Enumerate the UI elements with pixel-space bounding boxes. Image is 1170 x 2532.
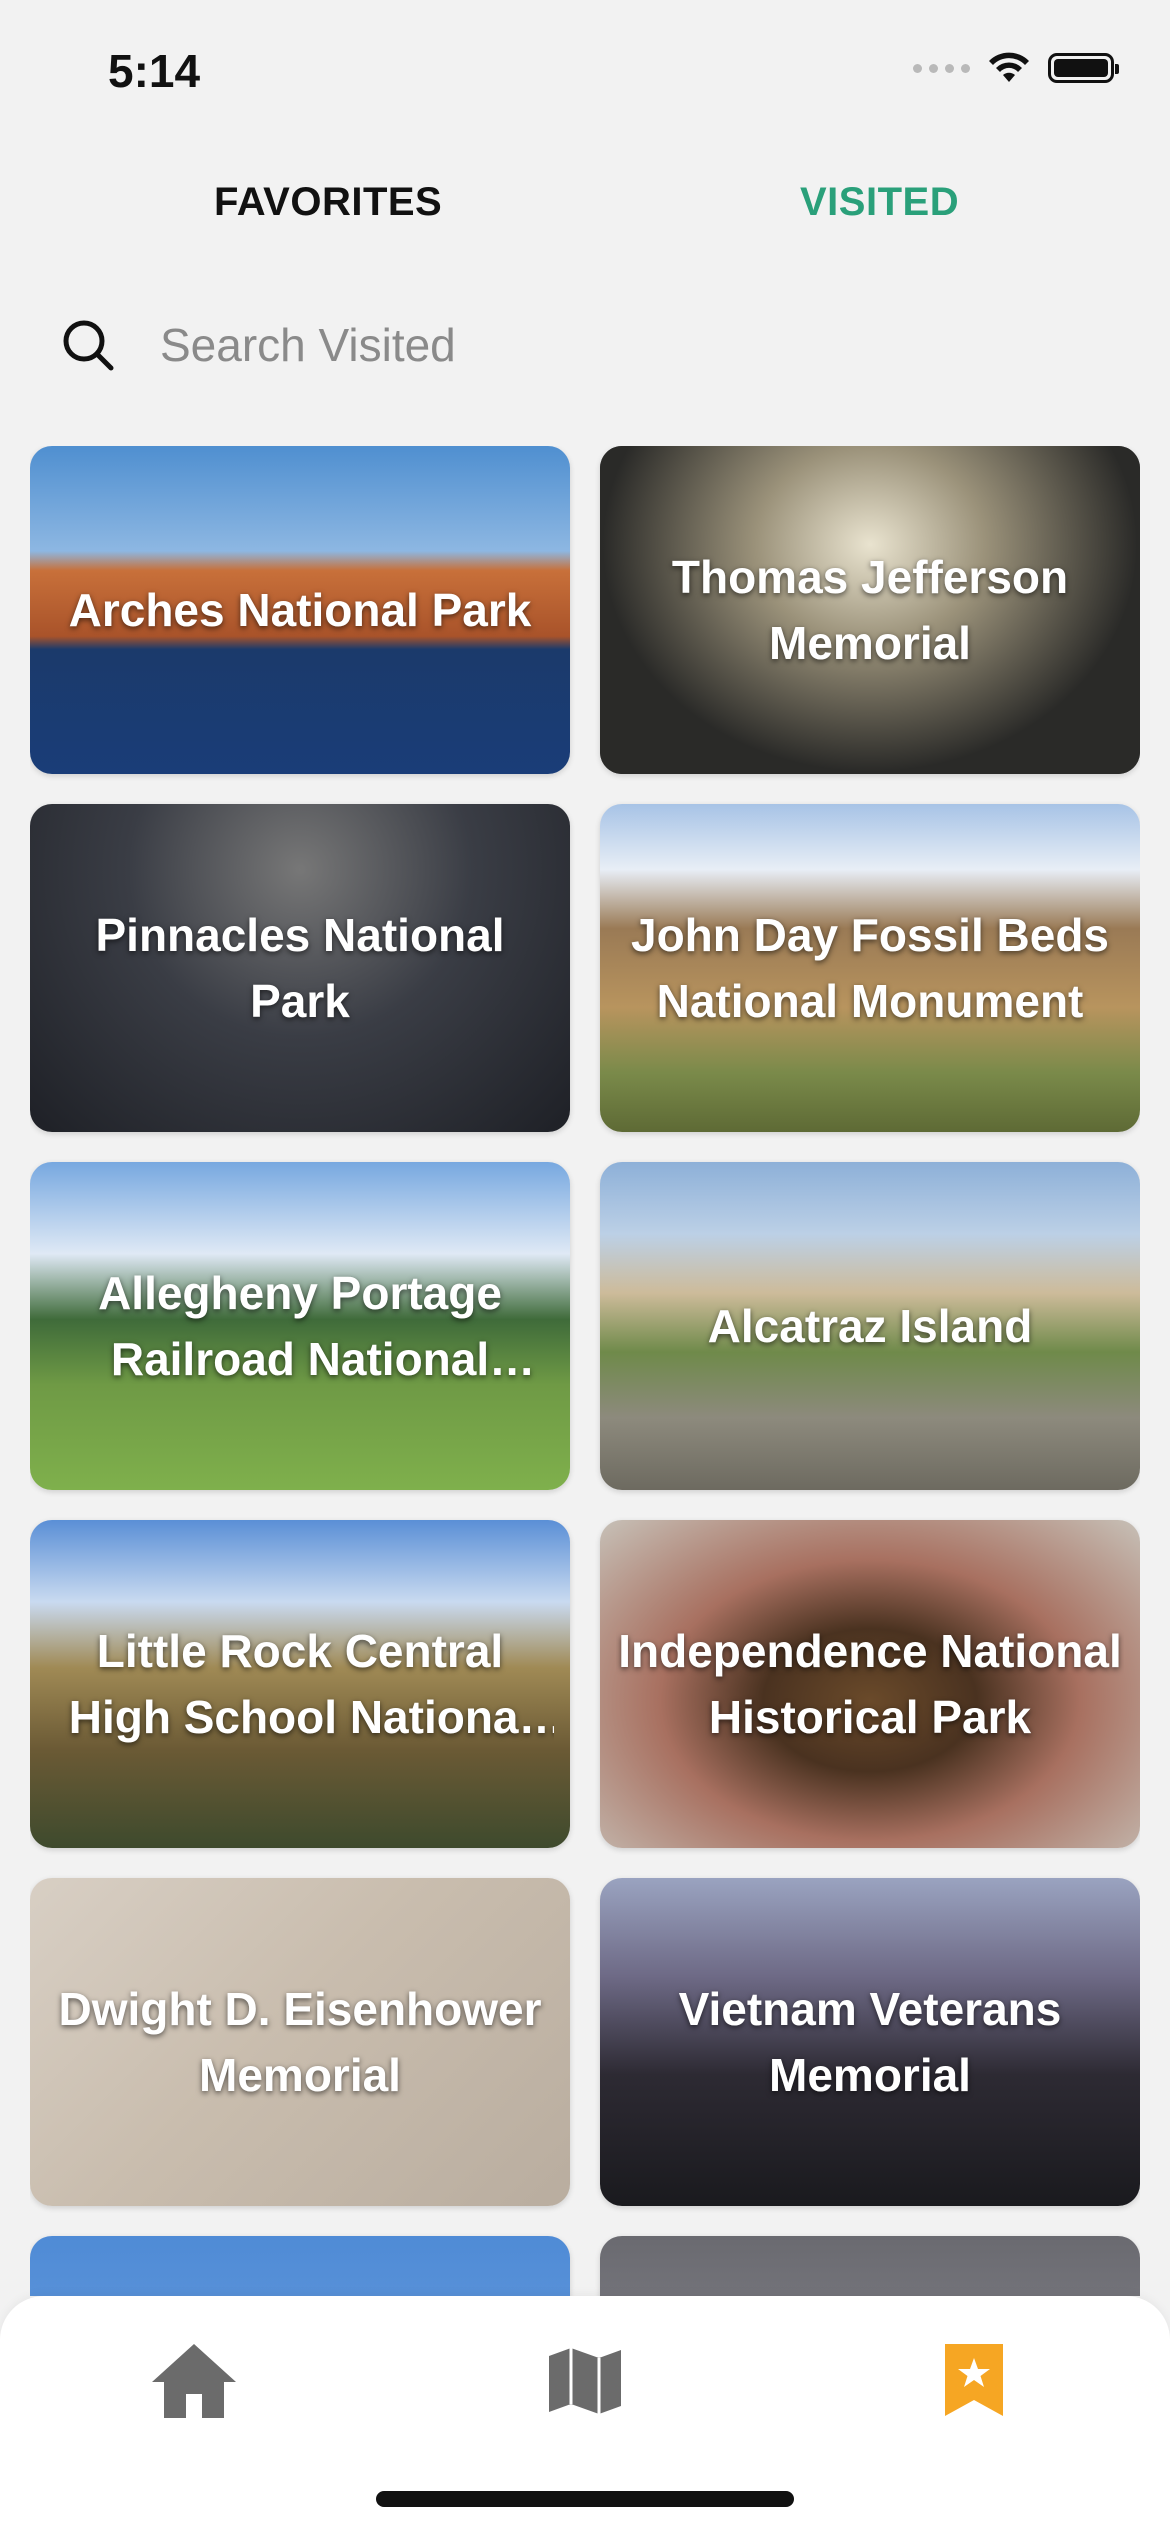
place-card[interactable]: Little Rock Central High School National… bbox=[30, 1520, 570, 1848]
status-bar: 5:14 bbox=[0, 0, 1170, 140]
home-indicator bbox=[376, 2491, 794, 2507]
search-icon bbox=[60, 310, 130, 380]
signal-icon bbox=[913, 63, 970, 73]
map-icon bbox=[549, 2348, 621, 2414]
place-card[interactable] bbox=[30, 2236, 570, 2296]
visited-grid: Arches National Park Thomas Jefferson Me… bbox=[30, 446, 1140, 2296]
place-card[interactable]: Pinnacles National Park bbox=[30, 804, 570, 1132]
place-name: Pinnacles National Park bbox=[95, 909, 505, 1027]
segment-tabs: FAVORITES VISITED bbox=[0, 170, 1170, 240]
place-name: Independence National Historical Park bbox=[618, 1625, 1122, 1743]
place-image bbox=[600, 2236, 1140, 2296]
place-card[interactable] bbox=[600, 2236, 1140, 2296]
place-name: Alcatraz Island bbox=[707, 1300, 1033, 1352]
place-name: Vietnam Veterans Memorial bbox=[678, 1983, 1062, 2101]
place-name: Allegheny Portage Railroad National Hist… bbox=[98, 1267, 502, 1385]
nav-map[interactable] bbox=[525, 2330, 645, 2430]
place-card[interactable]: Dwight D. Eisenhower Memorial bbox=[30, 1878, 570, 2206]
place-card[interactable]: Arches National Park bbox=[30, 446, 570, 774]
place-name: Arches National Park bbox=[68, 584, 532, 636]
place-name: Dwight D. Eisenhower Memorial bbox=[58, 1983, 542, 2101]
status-icons bbox=[913, 52, 1119, 84]
place-card[interactable]: John Day Fossil Beds National Monument bbox=[600, 804, 1140, 1132]
place-name: Little Rock Central High School National… bbox=[68, 1625, 532, 1743]
place-name: John Day Fossil Beds National Monument bbox=[630, 909, 1109, 1027]
nav-visited[interactable] bbox=[914, 2330, 1034, 2430]
place-image bbox=[30, 2236, 570, 2296]
bookmark-star-icon bbox=[945, 2344, 1003, 2416]
status-time: 5:14 bbox=[108, 45, 201, 97]
place-card[interactable]: Alcatraz Island bbox=[600, 1162, 1140, 1490]
wifi-icon bbox=[989, 52, 1029, 82]
home-icon bbox=[152, 2344, 236, 2418]
search-input[interactable] bbox=[158, 317, 1062, 373]
tab-visited[interactable]: VISITED bbox=[800, 180, 959, 225]
place-card[interactable]: Independence National Historical Park bbox=[600, 1520, 1140, 1848]
place-card[interactable]: Allegheny Portage Railroad National Hist… bbox=[30, 1162, 570, 1490]
nav-home[interactable] bbox=[134, 2330, 254, 2430]
place-card[interactable]: Vietnam Veterans Memorial bbox=[600, 1878, 1140, 2206]
tab-favorites[interactable]: FAVORITES bbox=[214, 180, 442, 225]
place-card[interactable]: Thomas Jefferson Memorial bbox=[600, 446, 1140, 774]
battery-icon bbox=[1048, 53, 1119, 83]
place-name: Thomas Jefferson Memorial bbox=[671, 551, 1069, 669]
search-bar bbox=[60, 305, 1110, 385]
